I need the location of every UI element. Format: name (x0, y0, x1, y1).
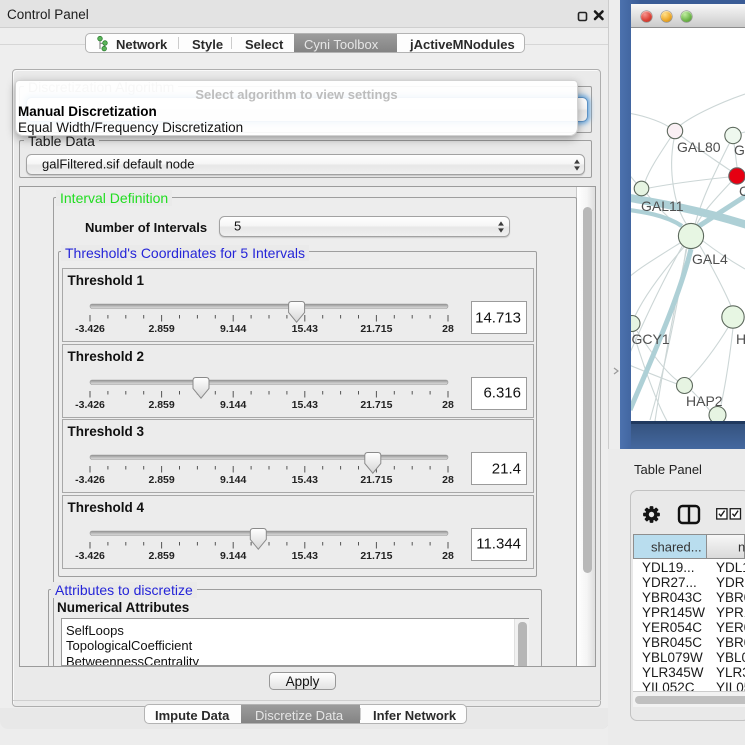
svg-text:GAL80: GAL80 (677, 139, 721, 155)
svg-text:GAL7: GAL7 (734, 142, 745, 158)
svg-text:CY: CY (739, 183, 745, 199)
svg-text:GCY1: GCY1 (632, 331, 670, 347)
svg-text:GAL4: GAL4 (692, 251, 728, 267)
svg-text:HIS5: HIS5 (736, 331, 745, 347)
svg-text:HAP2: HAP2 (686, 393, 723, 409)
svg-text:GAL11: GAL11 (641, 198, 684, 214)
